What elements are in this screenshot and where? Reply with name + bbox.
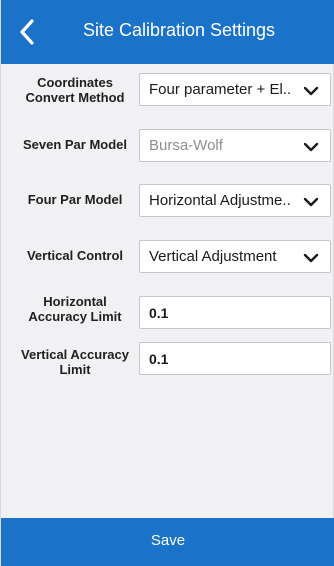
coordinates-convert-label: Coordinates Convert Method	[25, 75, 125, 105]
vertical-accuracy-label: Vertical Accuracy Limit	[21, 347, 129, 377]
four-par-model-label: Four Par Model	[27, 192, 123, 207]
coordinates-convert-row: Coordinates Convert Method Four paramete…	[1, 64, 334, 118]
seven-par-model-label: Seven Par Model	[22, 137, 128, 152]
save-button[interactable]: Save	[1, 518, 334, 566]
chevron-down-icon	[303, 253, 319, 263]
vertical-control-value: Vertical Adjustment	[149, 248, 277, 265]
app-frame: Site Calibration Settings Coordinates Co…	[0, 0, 334, 566]
coordinates-convert-select[interactable]: Four parameter + El..	[139, 73, 331, 106]
vertical-accuracy-row: Vertical Accuracy Limit	[1, 340, 334, 388]
seven-par-model-row: Seven Par Model Bursa-Wolf	[1, 118, 334, 172]
app-header: Site Calibration Settings	[1, 0, 334, 64]
horizontal-accuracy-input[interactable]	[139, 296, 331, 329]
four-par-model-row: Four Par Model Horizontal Adjustme..	[1, 172, 334, 228]
page-title: Site Calibration Settings	[82, 20, 276, 40]
coordinates-convert-value: Four parameter + El..	[149, 81, 292, 98]
chevron-down-icon	[303, 142, 319, 152]
four-par-model-value: Horizontal Adjustme..	[149, 192, 291, 209]
seven-par-model-select[interactable]: Bursa-Wolf	[139, 129, 331, 162]
four-par-model-select[interactable]: Horizontal Adjustme..	[139, 184, 331, 217]
vertical-control-row: Vertical Control Vertical Adjustment	[1, 228, 334, 284]
save-button-label: Save	[150, 532, 186, 549]
horizontal-accuracy-row: Horizontal Accuracy Limit	[1, 284, 334, 340]
horizontal-accuracy-label: Horizontal Accuracy Limit	[28, 294, 122, 324]
vertical-accuracy-input[interactable]	[139, 342, 331, 375]
seven-par-model-value: Bursa-Wolf	[149, 137, 223, 154]
vertical-control-select[interactable]: Vertical Adjustment	[139, 240, 331, 273]
chevron-down-icon	[303, 197, 319, 207]
vertical-control-label: Vertical Control	[26, 248, 124, 263]
chevron-down-icon	[303, 86, 319, 96]
